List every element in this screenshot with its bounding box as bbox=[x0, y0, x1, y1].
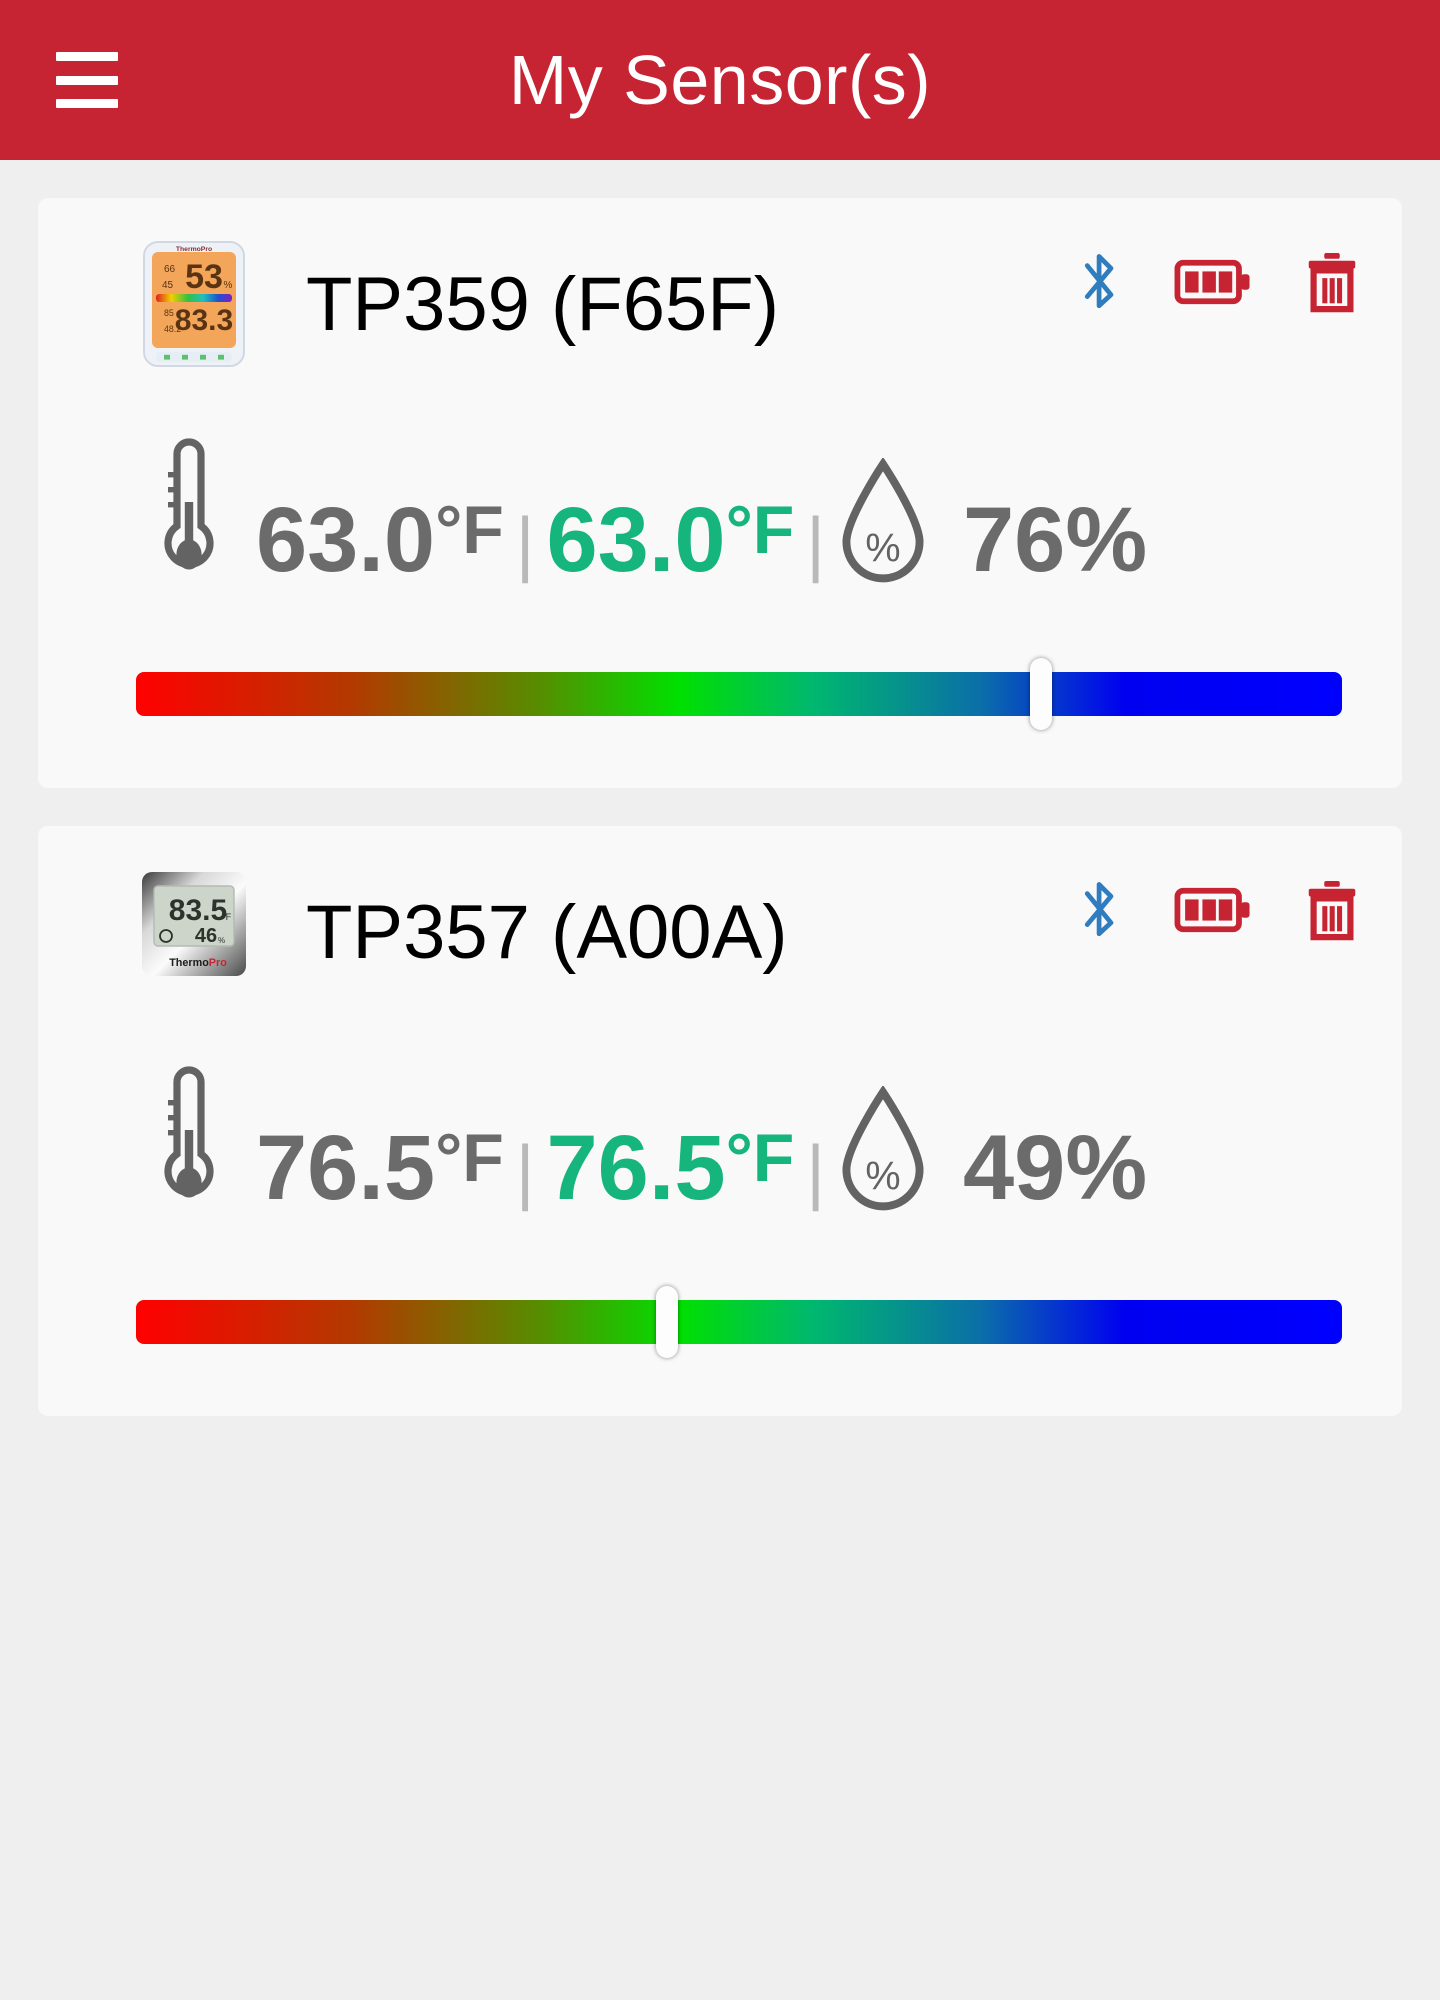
temperature-value: 63.0°F bbox=[256, 489, 504, 591]
comfort-gradient-track bbox=[136, 1300, 1342, 1344]
svg-text:%: % bbox=[224, 280, 233, 291]
value-separator: | bbox=[806, 504, 825, 584]
page-title: My Sensor(s) bbox=[508, 41, 932, 119]
bluetooth-icon[interactable] bbox=[1078, 251, 1122, 313]
sensor-name: TP357 (A00A) bbox=[306, 889, 788, 975]
hamburger-bar bbox=[56, 75, 118, 85]
comfort-slider-handle[interactable] bbox=[1029, 658, 1052, 730]
heat-index-value: 63.0°F bbox=[546, 489, 795, 591]
sensor-card-tp359[interactable]: ThermoPro 53 % 66 45 83.3 85 48.2 TP359 … bbox=[38, 198, 1402, 788]
svg-text:ThermoPro: ThermoPro bbox=[169, 957, 227, 969]
svg-text:%: % bbox=[865, 1155, 900, 1199]
svg-text:°F: °F bbox=[222, 912, 232, 922]
svg-text:%: % bbox=[218, 936, 225, 945]
comfort-slider[interactable] bbox=[136, 1286, 1342, 1358]
thermometer-icon bbox=[164, 438, 214, 570]
heat-index-value: 76.5°F bbox=[546, 1117, 795, 1219]
svg-text:83.5: 83.5 bbox=[169, 894, 227, 927]
hamburger-bar bbox=[56, 99, 118, 108]
sensor-card-header: 83.5 °F 46 % ThermoPro TP357 (A00A) bbox=[38, 852, 1402, 1012]
svg-text:ThermoPro: ThermoPro bbox=[176, 246, 212, 253]
thermometer-icon bbox=[164, 1066, 214, 1198]
sensor-card-header: ThermoPro 53 % 66 45 83.3 85 48.2 TP359 … bbox=[38, 224, 1402, 384]
comfort-gradient-track bbox=[136, 672, 1342, 716]
bluetooth-icon[interactable] bbox=[1078, 879, 1122, 941]
sensor-card-tp357[interactable]: 83.5 °F 46 % ThermoPro TP357 (A00A) 76.5… bbox=[38, 826, 1402, 1416]
comfort-slider[interactable] bbox=[136, 658, 1342, 730]
sensor-readings: 76.5°F | 76.5°F | % 49% bbox=[38, 1012, 1402, 1214]
sensor-name: TP359 (F65F) bbox=[306, 261, 780, 347]
device-thumbnail: ThermoPro 53 % 66 45 83.3 85 48.2 bbox=[138, 240, 250, 368]
sensor-status-icons bbox=[1078, 251, 1360, 313]
humidity-value: 49% bbox=[963, 1117, 1148, 1219]
sensor-list: ThermoPro 53 % 66 45 83.3 85 48.2 TP359 … bbox=[0, 198, 1440, 1416]
temperature-value: 76.5°F bbox=[256, 1117, 504, 1219]
svg-text:53: 53 bbox=[185, 258, 223, 296]
humidity-droplet-icon: % bbox=[842, 1086, 924, 1211]
trash-icon[interactable] bbox=[1304, 251, 1360, 313]
hamburger-bar bbox=[56, 52, 118, 61]
svg-text:46: 46 bbox=[195, 925, 217, 947]
value-separator: | bbox=[806, 1132, 825, 1212]
svg-text:66: 66 bbox=[164, 264, 176, 275]
svg-text:85: 85 bbox=[164, 308, 174, 318]
svg-text:%: % bbox=[865, 527, 900, 571]
sensor-status-icons bbox=[1078, 879, 1360, 941]
trash-icon[interactable] bbox=[1304, 879, 1360, 941]
svg-text:45: 45 bbox=[162, 280, 174, 291]
device-thumbnail: 83.5 °F 46 % ThermoPro bbox=[138, 868, 250, 996]
svg-text:83.3: 83.3 bbox=[175, 304, 233, 337]
humidity-droplet-icon: % bbox=[842, 458, 924, 583]
svg-text:48.2: 48.2 bbox=[164, 324, 181, 334]
value-separator: | bbox=[515, 1132, 535, 1212]
comfort-slider-handle[interactable] bbox=[655, 1286, 678, 1358]
value-separator: | bbox=[515, 504, 535, 584]
battery-full-icon bbox=[1174, 259, 1250, 305]
app-header: My Sensor(s) bbox=[0, 0, 1440, 160]
humidity-value: 76% bbox=[963, 489, 1148, 591]
hamburger-menu-icon[interactable] bbox=[56, 52, 118, 108]
sensor-readings: 63.0°F | 63.0°F | % 76% bbox=[38, 384, 1402, 586]
battery-full-icon bbox=[1174, 887, 1250, 933]
